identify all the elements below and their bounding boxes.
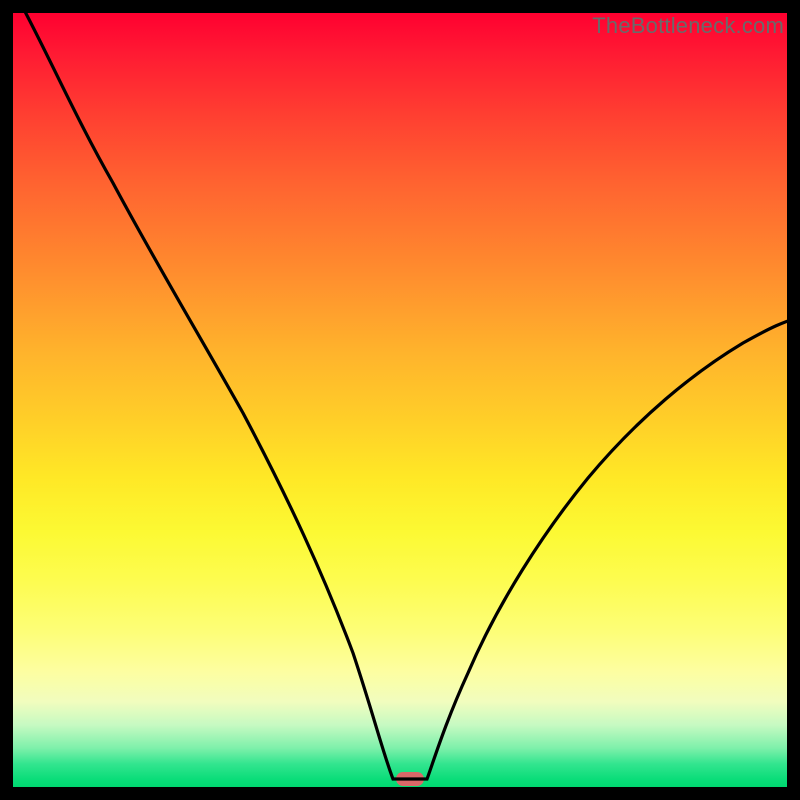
- curve-svg: [13, 13, 787, 787]
- watermark-text: TheBottleneck.com: [592, 13, 784, 39]
- chart-plot-area: TheBottleneck.com: [13, 13, 787, 787]
- bottleneck-curve-path: [15, 13, 787, 779]
